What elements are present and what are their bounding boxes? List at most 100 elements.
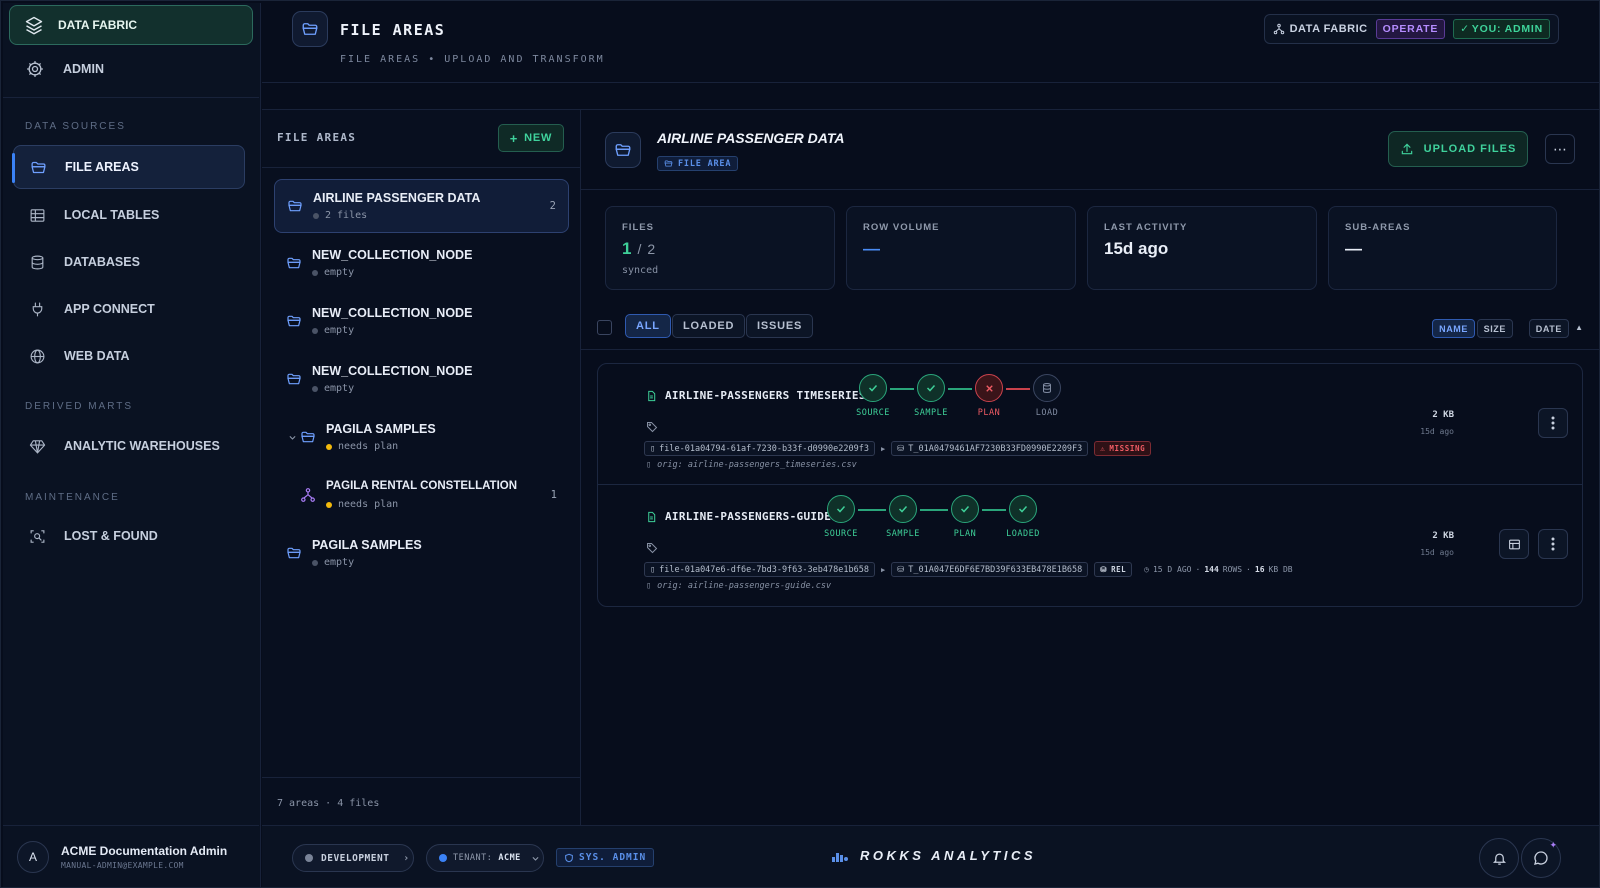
badge-data-fabric[interactable]: DATA FABRIC bbox=[1273, 23, 1368, 35]
tag-icon[interactable] bbox=[646, 421, 658, 433]
tenant-selector[interactable]: TENANT: ACME bbox=[426, 844, 544, 872]
original-filename-text: orig: airline-passengers-guide.csv bbox=[657, 581, 832, 591]
more-options-button[interactable]: ⋯ bbox=[1545, 134, 1575, 164]
relation-badge-text: REL bbox=[1111, 565, 1127, 574]
avatar: A bbox=[17, 840, 49, 873]
sort-date[interactable]: DATE bbox=[1528, 319, 1569, 338]
row-count: 144 bbox=[1204, 565, 1219, 574]
select-all-checkbox[interactable] bbox=[597, 320, 612, 335]
list-item-status-text: empty bbox=[324, 325, 355, 336]
filter-all[interactable]: ALL bbox=[625, 314, 671, 338]
sort-size[interactable]: SIZE bbox=[1476, 319, 1513, 338]
sidebar-item-web-data[interactable]: WEB DATA bbox=[13, 336, 257, 376]
notifications-button[interactable] bbox=[1479, 838, 1519, 878]
badge-data-fabric-label: DATA FABRIC bbox=[1289, 23, 1368, 35]
table-id-chip[interactable]: ⛁ T_01A0479461AF7230B33FD0990E2209F3 bbox=[891, 441, 1089, 456]
upload-files-button[interactable]: UPLOAD FILES bbox=[1388, 131, 1528, 167]
step-label: SAMPLE bbox=[886, 529, 920, 539]
status-badge-text: MISSING bbox=[1109, 444, 1146, 453]
vertical-ellipsis-icon bbox=[1551, 416, 1555, 430]
nav-admin[interactable]: ADMIN bbox=[9, 49, 253, 89]
chat-button[interactable]: ✦ bbox=[1521, 838, 1561, 878]
list-item[interactable]: NEW_COLLECTION_NODE empty bbox=[274, 353, 569, 407]
filter-issues[interactable]: ISSUES bbox=[746, 314, 814, 338]
sidebar-item-lost-found[interactable]: LOST & FOUND bbox=[13, 516, 257, 556]
stat-value: 1 / 2 bbox=[622, 239, 655, 259]
upload-icon bbox=[1400, 142, 1414, 156]
user-profile[interactable]: A ACME Documentation Admin MANUAL-ADMIN@… bbox=[3, 825, 259, 887]
plug-icon bbox=[29, 301, 46, 318]
stat-row-volume: ROW VOLUME — bbox=[846, 206, 1076, 290]
meta-sep: · bbox=[1195, 565, 1201, 574]
list-item-name: PAGILA SAMPLES bbox=[312, 538, 422, 552]
list-item-status: 2 files bbox=[313, 210, 367, 221]
stat-value: — bbox=[1345, 239, 1362, 258]
row-menu-button[interactable] bbox=[1538, 529, 1568, 559]
sidebar-item-analytic-warehouses[interactable]: ANALYTIC WAREHOUSES bbox=[13, 426, 257, 466]
file-size-value: 2 KB bbox=[1432, 531, 1454, 541]
file-id-chip[interactable]: ▯ file-01a04794-61af-7230-b33f-d0990e2209… bbox=[644, 441, 875, 456]
row-menu-button[interactable] bbox=[1538, 408, 1568, 438]
table-row[interactable]: AIRLINE-PASSENGERS TIMESERIES SOURCE SAM… bbox=[598, 364, 1582, 485]
sidebar-item-databases[interactable]: DATABASES bbox=[13, 242, 257, 282]
files-total-count: 2 bbox=[647, 241, 656, 257]
table-id-chip[interactable]: ⛁ T_01A047E6DF6E7BD39F633EB478E1B658 bbox=[891, 562, 1089, 577]
list-item[interactable]: PAGILA SAMPLES empty bbox=[274, 527, 569, 581]
load-meta: ◷ 15 D AGO · 144 ROWS · 16 KB DB bbox=[1144, 565, 1292, 574]
table-row[interactable]: AIRLINE-PASSENGERS-GUIDE SOURCE SAMPLE P… bbox=[598, 485, 1582, 606]
sparkle-icon: ✦ bbox=[1549, 840, 1557, 850]
tenant-label: TENANT: bbox=[453, 853, 493, 863]
file-icon: ▯ bbox=[650, 443, 656, 454]
step-connector bbox=[890, 388, 914, 390]
list-item[interactable]: PAGILA RENTAL CONSTELLATION needs plan 1 bbox=[274, 469, 569, 523]
nav-data-fabric[interactable]: DATA FABRIC bbox=[9, 5, 253, 45]
step-check-icon bbox=[827, 495, 855, 523]
list-item[interactable]: NEW_COLLECTION_NODE empty bbox=[274, 295, 569, 349]
file-id-chip[interactable]: ▯ file-01a047e6-df6e-7bd3-9f63-3eb478e1b6… bbox=[644, 562, 875, 577]
folder-icon bbox=[286, 255, 302, 271]
stat-label: FILES bbox=[622, 222, 654, 233]
section-maintenance: MAINTENANCE bbox=[25, 492, 120, 503]
row-count-label: ROWS bbox=[1222, 565, 1243, 574]
list-item[interactable]: NEW_COLLECTION_NODE empty bbox=[274, 237, 569, 291]
app-root: DATA FABRIC ADMIN DATA SOURCES FILE AREA… bbox=[0, 0, 1600, 888]
list-item-status: empty bbox=[312, 557, 354, 568]
sort-name[interactable]: NAME bbox=[1432, 319, 1475, 338]
section-data-sources: DATA SOURCES bbox=[25, 121, 126, 132]
file-id-text: file-01a047e6-df6e-7bd3-9f63-3eb478e1b65… bbox=[659, 564, 869, 575]
page-title: FILE AREAS bbox=[340, 21, 446, 39]
step-label: SOURCE bbox=[824, 529, 858, 539]
preview-table-button[interactable] bbox=[1499, 529, 1529, 559]
file-size-value: 2 KB bbox=[1432, 410, 1454, 420]
list-footer: 7 areas · 4 files bbox=[262, 777, 580, 825]
tag-icon[interactable] bbox=[646, 542, 658, 554]
new-area-button[interactable]: + NEW bbox=[498, 124, 564, 152]
list-item-status-text: empty bbox=[324, 383, 355, 394]
sort-direction-icon[interactable]: ▲ bbox=[1575, 323, 1583, 332]
step-plan: PLAN bbox=[970, 374, 1008, 418]
sidebar-item-label: DATABASES bbox=[64, 255, 140, 269]
file-name-text: AIRLINE-PASSENGERS-GUIDE bbox=[665, 510, 832, 523]
file-area-tag: FILE AREA bbox=[657, 156, 739, 171]
detail-header: AIRLINE PASSENGER DATA FILE AREA UPLOAD … bbox=[581, 110, 1599, 190]
file-name: AIRLINE-PASSENGERS TIMESERIES bbox=[646, 389, 866, 402]
sidebar-divider bbox=[3, 97, 259, 98]
sidebar-item-label: APP CONNECT bbox=[64, 302, 155, 316]
upload-files-label: UPLOAD FILES bbox=[1423, 143, 1517, 155]
chat-icon bbox=[1533, 850, 1549, 866]
warning-icon: ⚠ bbox=[1100, 444, 1106, 453]
chevron-down-icon[interactable] bbox=[288, 433, 297, 442]
pipeline-steps: SOURCE SAMPLE PLAN LOADED bbox=[822, 495, 1042, 539]
sidebar-item-app-connect[interactable]: APP CONNECT bbox=[13, 289, 257, 329]
file-icon: ▯ bbox=[646, 581, 652, 591]
sidebar-item-file-areas[interactable]: FILE AREAS bbox=[12, 145, 245, 189]
folder-icon bbox=[286, 545, 302, 561]
list-item[interactable]: AIRLINE PASSENGER DATA 2 files 2 bbox=[274, 179, 569, 233]
filter-loaded[interactable]: LOADED bbox=[672, 314, 746, 338]
sidebar-item-local-tables[interactable]: LOCAL TABLES bbox=[13, 195, 257, 235]
arrow-right-icon: ▶ bbox=[880, 444, 886, 453]
new-area-label: NEW bbox=[524, 132, 553, 144]
list-item[interactable]: PAGILA SAMPLES needs plan bbox=[274, 411, 569, 465]
environment-selector[interactable]: DEVELOPMENT › bbox=[292, 844, 414, 872]
gem-icon bbox=[29, 438, 46, 455]
